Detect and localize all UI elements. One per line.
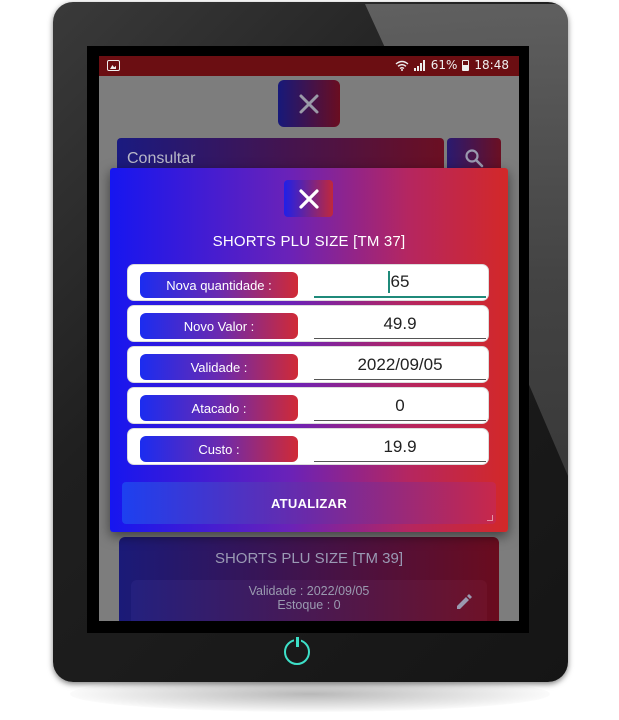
card-validade: Validade : 2022/09/05	[248, 584, 370, 598]
card-title: SHORTS PLU SIZE [TM 39]	[214, 550, 404, 567]
status-right: 61% 18:48	[395, 58, 509, 72]
power-icon[interactable]	[284, 637, 310, 665]
quantity-input[interactable]	[314, 268, 486, 298]
field-label: Nova quantidade :	[140, 272, 298, 298]
close-button-background[interactable]	[278, 80, 340, 127]
update-dialog: SHORTS PLU SIZE [TM 37] Nova quantidade …	[110, 168, 508, 532]
battery-icon	[462, 59, 470, 71]
field-label: Atacado :	[140, 395, 298, 421]
field-row-nova-quantidade: Nova quantidade :	[127, 264, 489, 301]
clock: 18:48	[474, 58, 509, 72]
app-window: 61% 18:48 Consultar SHORTS PLU SIZE [TM …	[99, 56, 519, 621]
dialog-title: SHORTS PLU SIZE [TM 37]	[212, 233, 406, 250]
update-button[interactable]: ATUALIZAR	[122, 482, 496, 524]
field-row-validade: Validade :	[127, 346, 489, 383]
search-placeholder: Consultar	[127, 150, 196, 167]
close-icon	[299, 94, 319, 113]
text-cursor	[388, 271, 390, 293]
signal-icon	[413, 59, 425, 71]
price-input[interactable]	[314, 309, 486, 339]
expiry-date-input[interactable]	[314, 350, 486, 380]
wifi-icon	[395, 60, 409, 71]
product-card[interactable]: SHORTS PLU SIZE [TM 39] Validade : 2022/…	[119, 537, 499, 621]
field-row-custo: Custo :	[127, 428, 489, 465]
field-row-atacado: Atacado :	[127, 387, 489, 424]
search-icon	[465, 149, 484, 168]
dialog-close-button[interactable]	[284, 180, 333, 217]
battery-percent: 61%	[430, 58, 458, 72]
gallery-icon	[107, 60, 120, 71]
card-details: Validade : 2022/09/05 Estoque : 0	[131, 580, 487, 621]
card-estoque: Estoque : 0	[277, 598, 341, 612]
field-label: Validade :	[140, 354, 298, 380]
device-screen: 61% 18:48 Consultar SHORTS PLU SIZE [TM …	[87, 46, 529, 633]
wholesale-input[interactable]	[314, 391, 486, 421]
close-icon	[298, 188, 319, 209]
status-bar: 61% 18:48	[99, 56, 519, 76]
cost-input[interactable]	[314, 432, 486, 462]
field-label: Custo :	[140, 436, 298, 462]
pencil-icon[interactable]	[455, 593, 473, 611]
field-row-novo-valor: Novo Valor :	[127, 305, 489, 342]
field-label: Novo Valor :	[140, 313, 298, 339]
